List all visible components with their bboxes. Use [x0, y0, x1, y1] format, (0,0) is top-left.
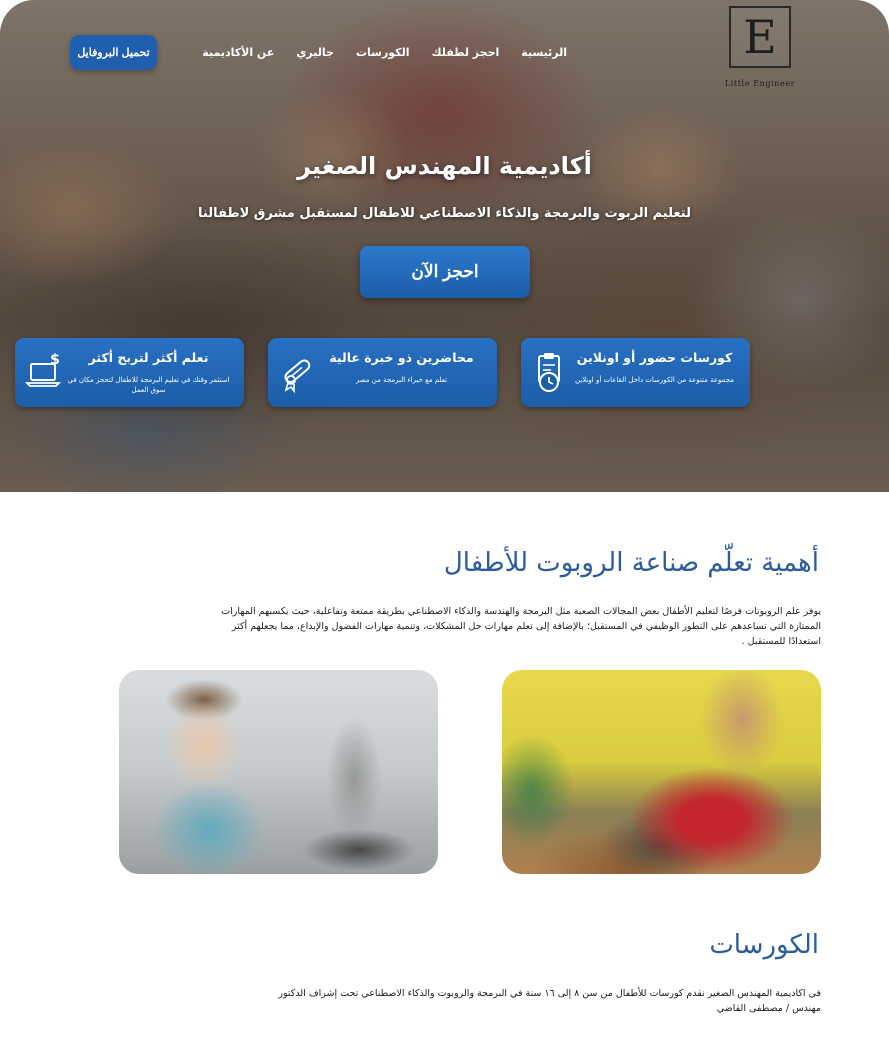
feature-title: تعلم أكثر لتربح أكثر: [88, 350, 209, 365]
feature-desc: مجموعة متنوعة من الكورسات داخل القاعات أ…: [575, 376, 734, 384]
child-robot-photo: [119, 670, 438, 874]
diploma-icon: [278, 350, 318, 394]
feature-card-courses: كورسات حضور أو اونلاين مجموعة متنوعة من …: [521, 338, 750, 407]
boy-robot-car-photo: [502, 670, 821, 874]
feature-desc: استثمر وقتك في تعليم البرمجة للاطفال لتح…: [67, 376, 230, 394]
hero-title: أكاديمية المهندس الصغير: [297, 152, 592, 180]
svg-text:$: $: [50, 352, 60, 368]
book-now-button[interactable]: احجز الآن: [360, 246, 530, 298]
nav-book-child[interactable]: احجز لطفلك: [431, 46, 499, 59]
hero-subtitle: لتعليم الربوت والبرمجة والذكاء الاصطناعي…: [198, 206, 691, 221]
logo-mark: E: [729, 6, 791, 68]
nav-about[interactable]: عن الأكاديمية: [202, 46, 274, 59]
courses-text: في اكاديمية المهندس الصغير نقدم كورسات ل…: [278, 988, 821, 1014]
feature-card-learn-earn: $ تعلم أكثر لتربح أكثر استثمر وقتك في تع…: [15, 338, 244, 407]
courses-title: الكورسات: [709, 930, 819, 960]
academy-logo[interactable]: E Little Engineer: [709, 6, 811, 90]
download-profile-button[interactable]: تحميل البروفايل: [70, 35, 157, 70]
nav-gallery[interactable]: جاليري: [296, 46, 334, 59]
hero-section: E Little Engineer الرئيسية احجز لطفلك ال…: [0, 0, 889, 492]
feature-card-instructors: محاضرين ذو خبرة عالية تعلم مع خبراء البر…: [268, 338, 497, 407]
laptop-dollar-icon: $: [24, 350, 65, 394]
nav-courses[interactable]: الكورسات: [356, 46, 410, 59]
main-nav: الرئيسية احجز لطفلك الكورسات جاليري عن ا…: [202, 46, 567, 59]
importance-text: يوفر علم الروبوتات فرصًا لتعليم الأطفال …: [221, 606, 821, 647]
feature-title: محاضرين ذو خبرة عالية: [329, 350, 474, 365]
importance-title: أهمية تعلّم صناعة الروبوت للأطفال: [443, 548, 819, 578]
feature-desc: تعلم مع خبراء البرمجة من مصر: [355, 376, 448, 384]
logo-letter: E: [743, 10, 777, 64]
nav-home[interactable]: الرئيسية: [521, 46, 567, 59]
logo-text: Little Engineer: [724, 79, 796, 88]
clipboard-clock-icon: [531, 350, 571, 394]
feature-title: كورسات حضور أو اونلاين: [576, 350, 733, 365]
